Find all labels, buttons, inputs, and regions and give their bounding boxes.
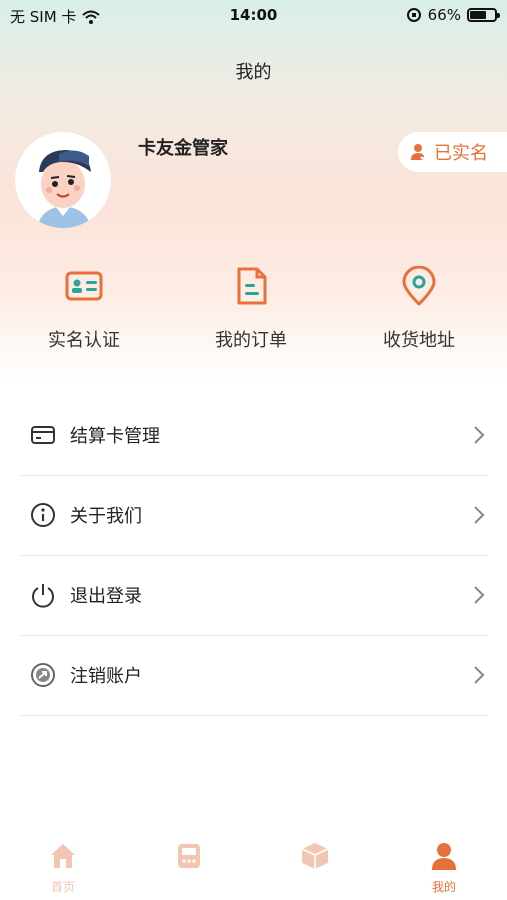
chevron-right-icon bbox=[474, 506, 485, 524]
battery-percent: 66% bbox=[427, 6, 461, 24]
home-icon bbox=[51, 844, 75, 868]
person-check-icon bbox=[411, 144, 428, 161]
chevron-right-icon bbox=[474, 426, 485, 444]
verified-badge[interactable]: 已实名 bbox=[398, 132, 507, 172]
tab-pos[interactable] bbox=[126, 841, 252, 878]
document-icon bbox=[237, 267, 267, 305]
tab-home[interactable]: 首页 bbox=[0, 841, 126, 895]
battery-icon bbox=[467, 8, 500, 22]
tab-label: 首页 bbox=[50, 880, 75, 894]
menu-item-logout[interactable]: 退出登录 bbox=[20, 555, 488, 636]
tab-bar: 首页 我的 bbox=[0, 835, 507, 900]
chevron-right-icon bbox=[474, 666, 485, 684]
avatar-illustration bbox=[37, 150, 91, 228]
quick-action-realname[interactable]: 实名认证 bbox=[14, 266, 154, 352]
pos-icon bbox=[178, 844, 200, 868]
tab-purchase[interactable] bbox=[252, 841, 378, 878]
menu-item-label: 关于我们 bbox=[70, 506, 142, 527]
battery-fill bbox=[470, 11, 486, 19]
power-icon bbox=[32, 584, 54, 608]
info-icon bbox=[31, 503, 55, 527]
quick-action-label: 我的订单 bbox=[215, 330, 287, 351]
menu-card: 结算卡管理 关于我们 退出登录 注销账户 bbox=[0, 380, 507, 900]
tab-mine[interactable]: 我的 bbox=[381, 841, 507, 895]
quick-action-orders[interactable]: 我的订单 bbox=[181, 266, 321, 352]
quick-action-label: 实名认证 bbox=[48, 330, 120, 351]
box-icon bbox=[301, 843, 329, 869]
chevron-right-icon bbox=[474, 586, 485, 604]
menu-item-settlement-card[interactable]: 结算卡管理 bbox=[20, 395, 488, 476]
cancel-account-icon bbox=[31, 663, 55, 687]
menu-item-about[interactable]: 关于我们 bbox=[20, 475, 488, 556]
menu-item-label: 结算卡管理 bbox=[70, 426, 160, 447]
person-icon bbox=[432, 843, 456, 870]
rotation-lock-icon bbox=[406, 8, 421, 22]
page-title: 我的 bbox=[235, 62, 272, 83]
username: 卡友金管家 bbox=[138, 138, 228, 159]
tab-label: 我的 bbox=[431, 880, 456, 894]
quick-action-label: 收货地址 bbox=[383, 330, 455, 351]
verified-label: 已实名 bbox=[434, 143, 488, 164]
card-icon bbox=[31, 426, 55, 444]
location-pin-icon bbox=[402, 265, 436, 306]
avatar[interactable] bbox=[15, 132, 111, 228]
status-bar: 无 SIM 卡 14:00 66% bbox=[0, 0, 507, 30]
menu-item-label: 注销账户 bbox=[70, 666, 142, 687]
quick-action-address[interactable]: 收货地址 bbox=[349, 265, 489, 352]
id-card-icon bbox=[65, 271, 103, 301]
menu-item-cancel-account[interactable]: 注销账户 bbox=[20, 635, 488, 716]
menu-item-label: 退出登录 bbox=[70, 586, 142, 607]
